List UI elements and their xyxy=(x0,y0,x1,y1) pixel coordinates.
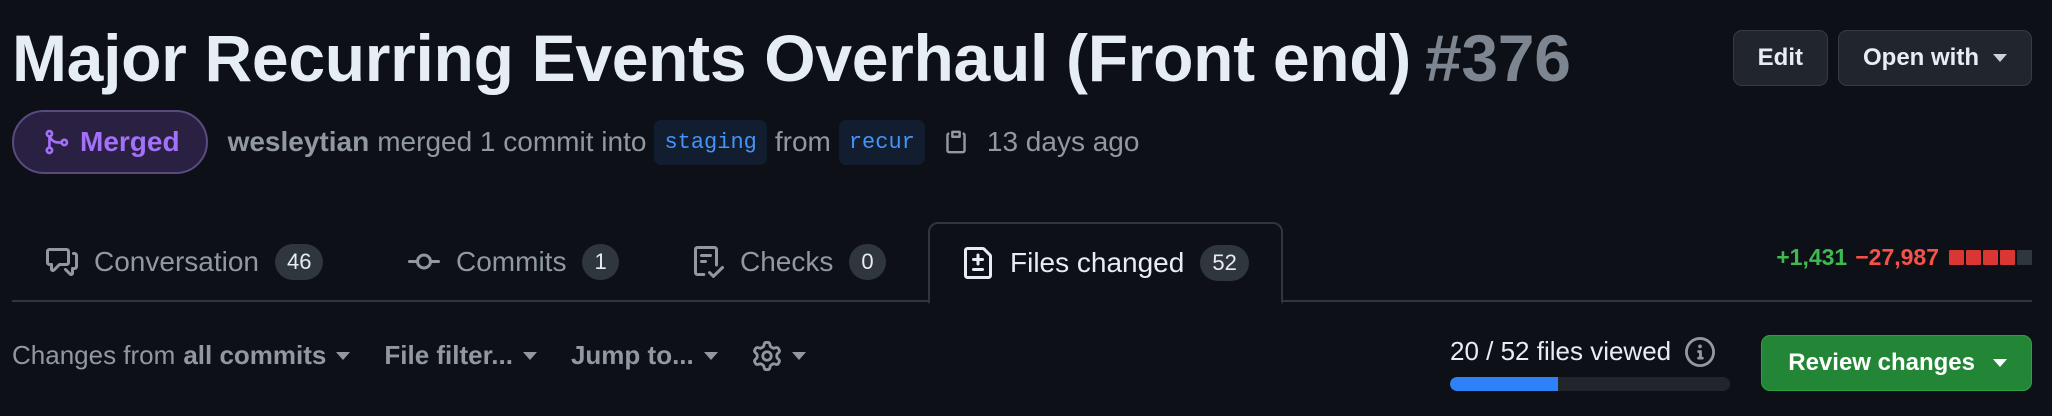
tab-commits[interactable]: Commits 1 xyxy=(408,222,619,302)
triangle-down-icon xyxy=(703,351,718,360)
base-branch[interactable]: staging xyxy=(654,119,767,165)
additions-count: +1,431 xyxy=(1776,244,1848,270)
merged-time: 13 days ago xyxy=(986,126,1140,157)
file-filter-dropdown[interactable]: File filter... xyxy=(384,340,537,371)
open-with-button[interactable]: Open with xyxy=(1838,30,2032,86)
changes-from-prefix: Changes from xyxy=(12,340,176,370)
copy-icon[interactable] xyxy=(943,129,969,155)
deletions-count: −27,987 xyxy=(1855,244,1939,270)
diffstat: +1,431 −27,987 xyxy=(1776,244,2032,271)
files-viewed: 20 / 52 files viewed xyxy=(1450,336,1730,391)
changes-from-value: all commits xyxy=(183,340,327,370)
edit-button-label: Edit xyxy=(1757,44,1803,71)
git-commit-icon xyxy=(408,246,440,278)
tab-count: 0 xyxy=(849,244,886,280)
diffstat-block xyxy=(2000,250,2015,265)
tab-checks[interactable]: Checks 0 xyxy=(692,222,886,302)
tab-label: Files changed xyxy=(1010,247,1185,278)
status-label: Merged xyxy=(80,126,180,157)
diff-settings-dropdown[interactable] xyxy=(752,340,806,371)
pr-meta: Merged wesleytian merged 1 commit into s… xyxy=(12,110,1139,174)
triangle-down-icon xyxy=(336,351,351,360)
files-viewed-label: 20 / 52 files viewed xyxy=(1450,336,1672,366)
triangle-down-icon xyxy=(1993,359,2007,367)
tab-conversation[interactable]: Conversation 46 xyxy=(46,222,324,302)
pr-tabs: Conversation 46 Commits 1 Checks 0 Files… xyxy=(12,222,2032,304)
file-diff-icon xyxy=(962,247,994,279)
diffstat-block xyxy=(2017,250,2032,265)
tab-label: Checks xyxy=(740,246,834,277)
git-merge-icon xyxy=(42,128,70,156)
diffstat-block xyxy=(1983,250,1998,265)
tab-count: 52 xyxy=(1200,245,1249,281)
tab-label: Commits xyxy=(456,246,567,277)
triangle-down-icon xyxy=(791,351,806,360)
head-branch[interactable]: recur xyxy=(838,119,925,165)
changes-from-dropdown[interactable]: Changes from all commits xyxy=(12,340,351,371)
triangle-down-icon xyxy=(522,351,537,360)
diff-toolbar: Changes from all commits File filter... … xyxy=(12,340,840,371)
file-filter-label: File filter... xyxy=(384,340,513,370)
gear-icon xyxy=(752,340,782,371)
checklist-icon xyxy=(692,246,724,278)
review-changes-label: Review changes xyxy=(1788,349,1975,376)
review-changes-button[interactable]: Review changes xyxy=(1761,335,2032,391)
comment-discussion-icon xyxy=(46,246,78,278)
files-viewed-progress-fill xyxy=(1450,377,1558,391)
pr-number: #376 xyxy=(1424,21,1571,95)
header-actions: Edit Open with xyxy=(1732,30,2032,86)
merge-action-text: merged 1 commit into xyxy=(377,126,647,157)
open-with-label: Open with xyxy=(1863,44,1979,71)
author-link[interactable]: wesleytian xyxy=(228,126,370,158)
files-viewed-progress xyxy=(1450,377,1730,391)
tab-files-changed[interactable]: Files changed 52 xyxy=(928,222,1283,304)
pr-title-text: Major Recurring Events Overhaul (Front e… xyxy=(12,21,1411,95)
tab-count: 46 xyxy=(274,244,324,280)
tab-label: Conversation xyxy=(94,246,259,277)
diffstat-block xyxy=(1949,250,1964,265)
jump-to-dropdown[interactable]: Jump to... xyxy=(571,340,718,371)
jump-to-label: Jump to... xyxy=(570,340,694,370)
info-icon[interactable] xyxy=(1685,336,1716,367)
from-text: from xyxy=(774,126,831,157)
triangle-down-icon xyxy=(1993,54,2007,62)
diffstat-bars xyxy=(1949,250,2032,265)
diffstat-block xyxy=(1966,250,1981,265)
tab-count: 1 xyxy=(582,244,619,280)
status-badge: Merged xyxy=(12,110,208,174)
edit-button[interactable]: Edit xyxy=(1732,30,1828,86)
pr-title: Major Recurring Events Overhaul (Front e… xyxy=(12,18,1571,98)
